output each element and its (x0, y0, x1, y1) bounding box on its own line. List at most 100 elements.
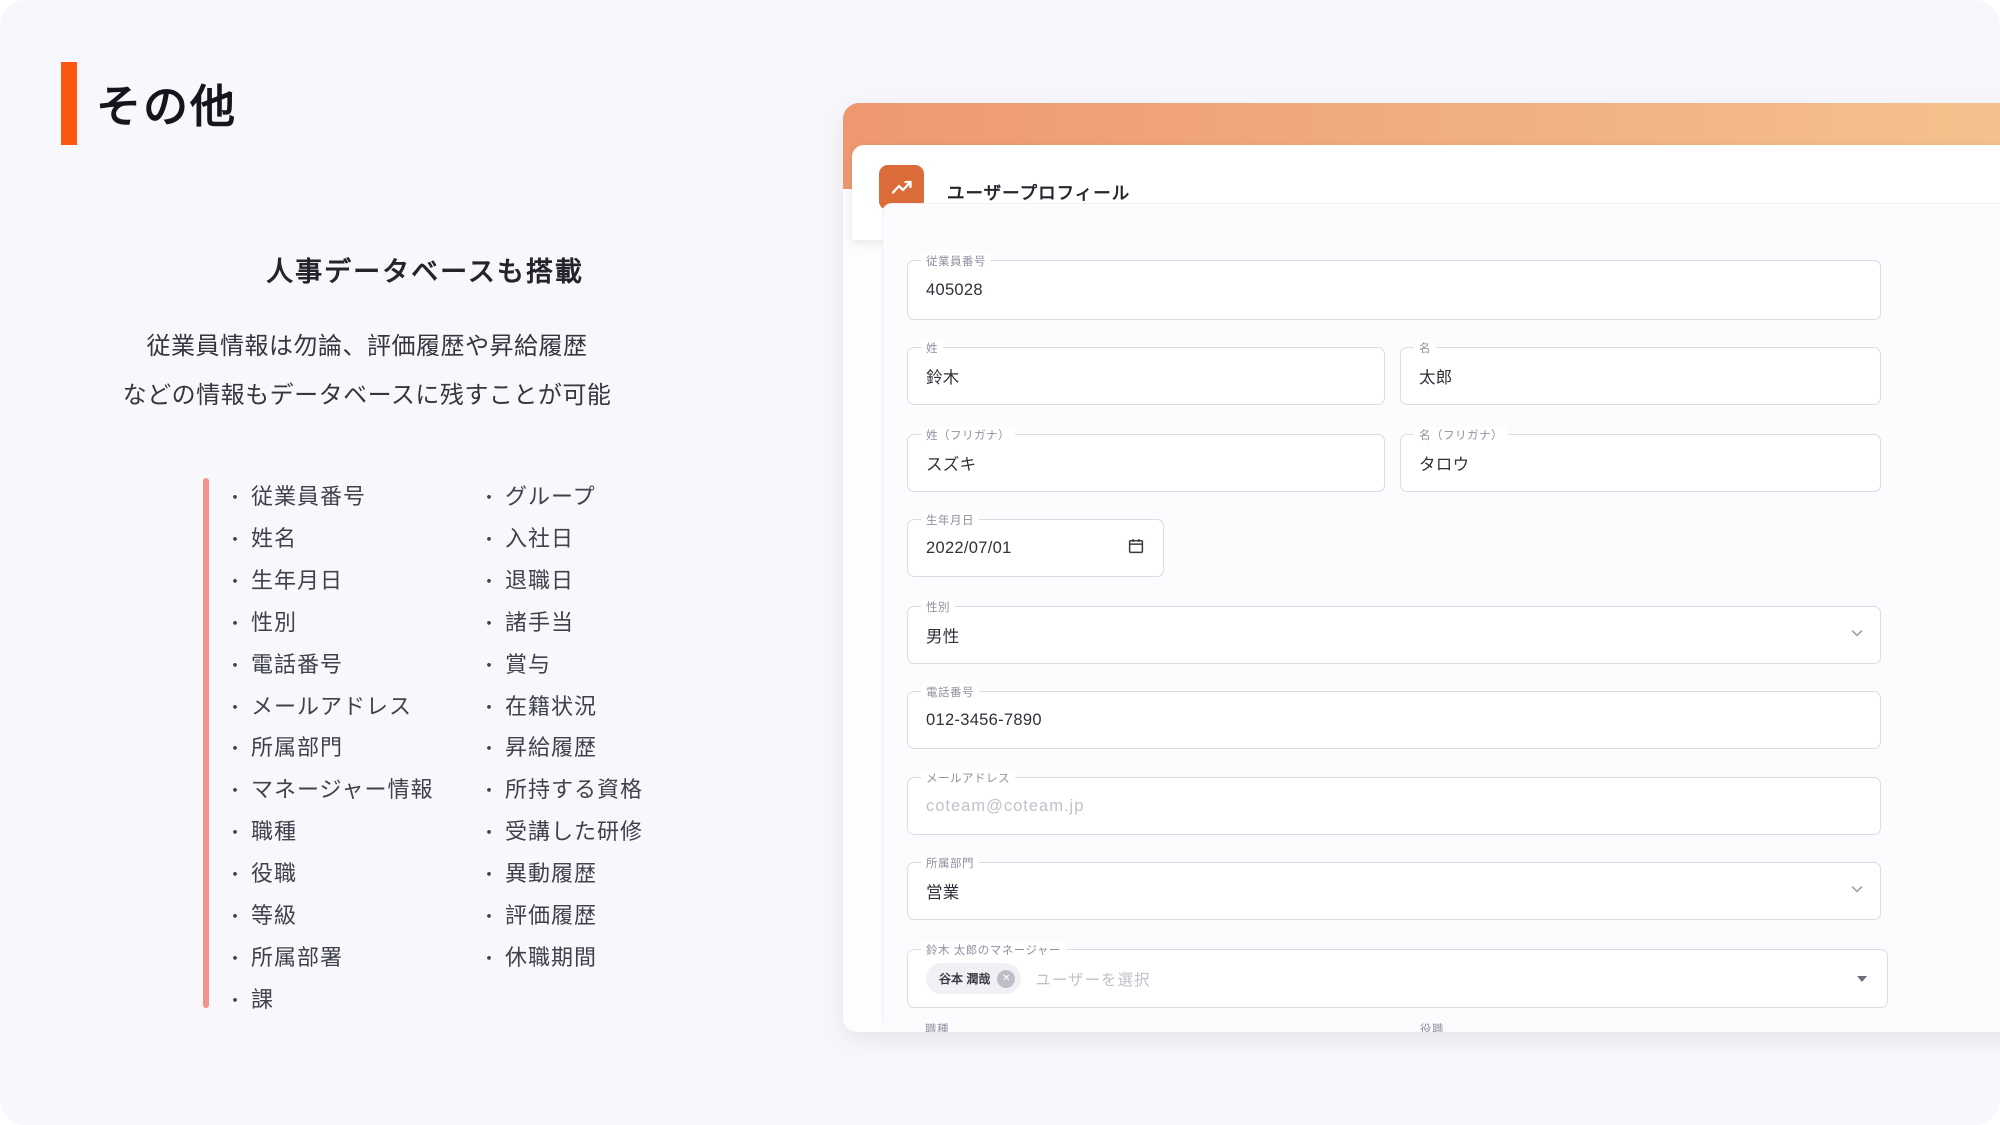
field-manager-select[interactable]: 鈴木 太郎のマネージャー 谷本 潤哉 ✕ ユーザーを選択 (907, 949, 1888, 1008)
field-first-name[interactable]: 名 太郎 (1400, 347, 1881, 405)
bullet: ・ (226, 865, 245, 885)
list-item: ・生年月日 (226, 561, 476, 603)
list-item-label: 受講した研修 (505, 819, 643, 844)
bullet: ・ (480, 781, 499, 801)
bullet: ・ (226, 572, 245, 592)
list-item-label: 退職日 (505, 568, 574, 593)
field-label: 性別 (921, 599, 955, 615)
bullet: ・ (226, 530, 245, 550)
bullet: ・ (480, 907, 499, 927)
field-label: 職種 (925, 1021, 949, 1032)
list-item: ・諸手当 (480, 603, 740, 645)
field-value: 太郎 (1419, 364, 1453, 388)
bullet: ・ (480, 488, 499, 508)
list-item: ・グループ (480, 477, 740, 519)
bullet: ・ (480, 823, 499, 843)
field-last-name[interactable]: 姓 鈴木 (907, 347, 1385, 405)
caret-down-icon (1857, 976, 1867, 982)
field-first-name-kana[interactable]: 名（フリガナ） タロウ (1400, 434, 1881, 492)
field-gender-select[interactable]: 性別 男性 (907, 606, 1881, 664)
bullet: ・ (226, 698, 245, 718)
list-item-label: グループ (505, 484, 596, 509)
list-item-label: 異動履歴 (505, 861, 597, 886)
list-item: ・入社日 (480, 519, 740, 561)
field-value: タロウ (1419, 451, 1469, 475)
list-item: ・退職日 (480, 561, 740, 603)
list-item: ・賞与 (480, 645, 740, 687)
bullet: ・ (480, 530, 499, 550)
list-item-label: 諸手当 (505, 610, 574, 635)
manager-chip: 谷本 潤哉 ✕ (926, 963, 1021, 994)
bullet: ・ (226, 823, 245, 843)
bullet: ・ (480, 739, 499, 759)
field-value: coteam@coteam.jp (926, 797, 1084, 816)
list-item-label: 職種 (251, 819, 297, 844)
list-item: ・等級 (226, 896, 476, 938)
field-label: 名（フリガナ） (1414, 427, 1508, 443)
field-employee-number[interactable]: 従業員番号 405028 (907, 260, 1881, 320)
bullet: ・ (480, 865, 499, 885)
field-value: スズキ (926, 451, 976, 475)
list-item: ・休職期間 (480, 938, 740, 980)
bullet: ・ (226, 739, 245, 759)
list-item: ・電話番号 (226, 645, 476, 687)
list-item-label: 役職 (251, 861, 297, 886)
list-item: ・課 (226, 980, 476, 1022)
field-label: 所属部門 (921, 855, 979, 871)
field-birth-date[interactable]: 生年月日 2022/07/01 (907, 519, 1164, 577)
list-accent-bar (203, 478, 209, 1008)
field-last-name-kana[interactable]: 姓（フリガナ） スズキ (907, 434, 1385, 492)
list-item-label: 課 (251, 987, 274, 1012)
bullet: ・ (480, 572, 499, 592)
list-item: ・所属部門 (226, 728, 476, 770)
bullet: ・ (480, 656, 499, 676)
bullet: ・ (480, 698, 499, 718)
bullet: ・ (226, 656, 245, 676)
field-label: 従業員番号 (921, 253, 991, 269)
list-item-label: 電話番号 (251, 652, 343, 677)
list-item: ・職種 (226, 812, 476, 854)
list-item-label: 所属部門 (251, 735, 343, 760)
field-value: 営業 (926, 879, 960, 903)
field-label: 電話番号 (921, 684, 979, 700)
list-item-label: 姓名 (251, 526, 297, 551)
bullet: ・ (226, 781, 245, 801)
list-item-label: 評価履歴 (505, 903, 597, 928)
page-title: その他 (96, 70, 237, 135)
list-item: ・在籍状況 (480, 687, 740, 729)
list-item: ・所持する資格 (480, 770, 740, 812)
field-department-select[interactable]: 所属部門 営業 (907, 862, 1881, 920)
field-label: 姓（フリガナ） (921, 427, 1015, 443)
bullet: ・ (226, 614, 245, 634)
field-value: 405028 (926, 281, 983, 300)
list-item-label: 生年月日 (251, 568, 343, 593)
field-label: 名 (1414, 340, 1436, 356)
list-item-label: 性別 (251, 610, 297, 635)
calendar-icon[interactable] (1127, 537, 1145, 560)
bullet: ・ (226, 907, 245, 927)
list-item-label: 賞与 (505, 652, 551, 677)
list-item-label: 昇給履歴 (505, 735, 597, 760)
list-item: ・受講した研修 (480, 812, 740, 854)
field-label: メールアドレス (921, 770, 1015, 786)
field-label: 役職 (1420, 1021, 1444, 1032)
list-item: ・異動履歴 (480, 854, 740, 896)
clipped-next-row: 職種 役職 (907, 1021, 1607, 1032)
list-item: ・役職 (226, 854, 476, 896)
list-item-label: 入社日 (505, 526, 574, 551)
field-value: 012-3456-7890 (926, 711, 1042, 730)
title-accent-bar (61, 62, 77, 145)
list-item: ・メールアドレス (226, 687, 476, 729)
field-email[interactable]: メールアドレス coteam@coteam.jp (907, 777, 1881, 835)
field-phone-number[interactable]: 電話番号 012-3456-7890 (907, 691, 1881, 749)
bullet: ・ (226, 991, 245, 1011)
close-icon[interactable]: ✕ (997, 970, 1015, 988)
slide: その他 人事データベースも搭載 従業員情報は勿論、評価履歴や昇給履歴 などの情報… (0, 0, 2000, 1125)
chevron-down-icon (1850, 626, 1864, 644)
bullet: ・ (226, 949, 245, 969)
bullet: ・ (480, 949, 499, 969)
list-item-label: 在籍状況 (505, 694, 597, 719)
field-value: 2022/07/01 (926, 539, 1012, 558)
manager-placeholder: ユーザーを選択 (1035, 968, 1150, 990)
field-label: 姓 (921, 340, 943, 356)
